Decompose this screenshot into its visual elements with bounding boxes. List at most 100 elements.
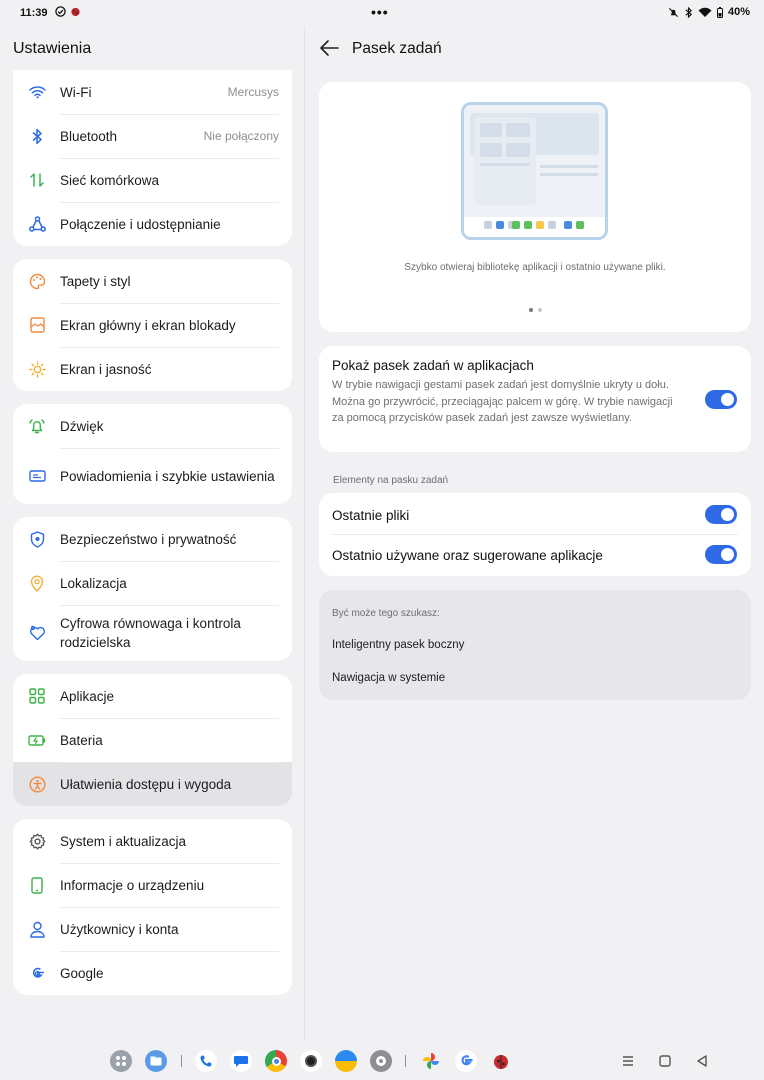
heart-icon bbox=[27, 623, 47, 643]
settings-item-label: Lokalizacja bbox=[60, 575, 127, 591]
settings-item-system[interactable]: System i aktualizacja bbox=[13, 819, 292, 863]
chrome-icon[interactable] bbox=[265, 1050, 287, 1072]
settings-item-users[interactable]: Użytkownicy i konta bbox=[13, 907, 292, 951]
photos-icon[interactable] bbox=[420, 1050, 442, 1072]
settings-group-personalization: Tapety i styl Ekran główny i ekran bloka… bbox=[13, 259, 292, 391]
settings-item-label: Połączenie i udostępnianie bbox=[60, 216, 221, 232]
camera-icon[interactable] bbox=[300, 1050, 322, 1072]
settings-item-battery[interactable]: Bateria bbox=[13, 718, 292, 762]
show-taskbar-description: W trybie nawigacji gestami pasek zadań j… bbox=[332, 379, 673, 424]
battery-percent: 40% bbox=[727, 6, 750, 18]
home-screen-icon bbox=[27, 315, 47, 335]
settings-item-bluetooth[interactable]: Bluetooth Nie połączony bbox=[13, 114, 292, 158]
phone-icon bbox=[27, 875, 47, 895]
files-icon[interactable] bbox=[145, 1050, 167, 1072]
bluetooth-status-icon bbox=[685, 6, 693, 18]
settings-item-label: Aplikacje bbox=[60, 688, 115, 704]
show-taskbar-toggle[interactable] bbox=[705, 390, 737, 409]
settings-item-label: Bateria bbox=[60, 732, 103, 748]
settings-group-sound: Dźwięk Powiadomienia i szybkie ustawieni… bbox=[13, 404, 292, 504]
taskbar-dock bbox=[0, 1040, 764, 1080]
pager-dot-active[interactable] bbox=[528, 308, 533, 312]
dock-separator bbox=[405, 1055, 406, 1067]
check-circle-icon bbox=[55, 6, 66, 17]
settings-item-label: Dźwięk bbox=[60, 418, 104, 434]
recent-apps-toggle[interactable] bbox=[705, 545, 737, 564]
taskbar-illustration-card[interactable]: Szybko otwieraj bibliotekę aplikacji i o… bbox=[319, 82, 751, 332]
palette-icon bbox=[27, 271, 47, 291]
show-taskbar-card[interactable]: Pokaż pasek zadań w aplikacjach W trybie… bbox=[319, 346, 751, 452]
settings-item-security[interactable]: Bezpieczeństwo i prywatność bbox=[13, 517, 292, 561]
recent-files-toggle[interactable] bbox=[705, 505, 737, 524]
suggestions-card: Być może tego szukasz: Inteligentny pase… bbox=[319, 590, 751, 700]
settings-item-apps[interactable]: Aplikacje bbox=[13, 674, 292, 718]
settings-item-sound[interactable]: Dźwięk bbox=[13, 404, 292, 448]
bluetooth-icon bbox=[27, 126, 47, 146]
section-label-elements: Elementy na pasku zadań bbox=[333, 475, 449, 486]
status-bar: 11:39 ••• 40% bbox=[0, 0, 764, 26]
status-system-icons: 40% bbox=[668, 6, 750, 18]
settings-item-label: Sieć komórkowa bbox=[60, 172, 160, 188]
taskbar-preview-image bbox=[464, 105, 605, 237]
settings-item-home-lock[interactable]: Ekran główny i ekran blokady bbox=[13, 303, 292, 347]
recent-files-label: Ostatnie pliki bbox=[332, 508, 410, 523]
taskbar-elements-card: Ostatnie pliki Ostatnio używane oraz sug… bbox=[319, 493, 751, 576]
settings-item-label: Bluetooth bbox=[60, 128, 118, 144]
status-time: 11:39 bbox=[20, 7, 48, 19]
settings-item-wifi[interactable]: Wi-Fi Mercusys bbox=[13, 70, 292, 114]
settings-item-value: Mercusys bbox=[227, 85, 279, 99]
settings-item-label: Informacje o urządzeniu bbox=[60, 877, 205, 893]
settings-item-label: Użytkownicy i konta bbox=[60, 921, 179, 937]
settings-item-label: Cyfrowa równowaga i kontrola rodzicielsk… bbox=[60, 616, 241, 650]
back-arrow-icon[interactable] bbox=[318, 39, 340, 57]
gear-icon bbox=[27, 831, 47, 851]
google-app-icon[interactable] bbox=[455, 1050, 477, 1072]
pager-dot[interactable] bbox=[537, 308, 542, 312]
settings-item-display[interactable]: Ekran i jasność bbox=[13, 347, 292, 391]
mute-icon bbox=[668, 7, 679, 17]
back-nav-icon[interactable] bbox=[694, 1053, 710, 1069]
notification-icon bbox=[27, 466, 47, 486]
settings-item-about[interactable]: Informacje o urządzeniu bbox=[13, 863, 292, 907]
settings-item-notifications[interactable]: Powiadomienia i szybkie ustawienia bbox=[13, 448, 292, 504]
weather-icon[interactable] bbox=[335, 1050, 357, 1072]
settings-item-label: Wi-Fi bbox=[60, 84, 92, 100]
app-library-icon[interactable] bbox=[110, 1050, 132, 1072]
carousel-pager[interactable] bbox=[319, 308, 751, 312]
share-icon bbox=[27, 214, 47, 234]
settings-item-location[interactable]: Lokalizacja bbox=[13, 561, 292, 605]
settings-item-wallpaper[interactable]: Tapety i styl bbox=[13, 259, 292, 303]
mobile-data-icon bbox=[27, 170, 47, 190]
dock-separator bbox=[181, 1055, 182, 1067]
illustration-caption: Szybko otwieraj bibliotekę aplikacji i o… bbox=[404, 262, 666, 273]
settings-item-label: Ułatwienia dostępu i wygoda bbox=[60, 776, 232, 792]
home-nav-icon[interactable] bbox=[657, 1053, 673, 1069]
settings-icon[interactable] bbox=[370, 1050, 392, 1072]
settings-item-wellbeing[interactable]: Cyfrowa równowaga i kontrola rodzicielsk… bbox=[13, 605, 292, 661]
menu-nav-icon[interactable] bbox=[620, 1053, 636, 1069]
settings-item-label: Google bbox=[60, 965, 104, 981]
settings-item-google[interactable]: Google bbox=[13, 951, 292, 995]
settings-group-apps: Aplikacje Bateria Ułatwienia dostępu i w… bbox=[13, 674, 292, 806]
settings-item-connection[interactable]: Połączenie i udostępnianie bbox=[13, 202, 292, 246]
settings-title: Ustawienia bbox=[13, 40, 92, 57]
settings-item-mobile[interactable]: Sieć komórkowa bbox=[13, 158, 292, 202]
settings-list[interactable]: Wi-Fi Mercusys Bluetooth Nie połączony S… bbox=[13, 70, 292, 1008]
apps-grid-icon bbox=[27, 686, 47, 706]
divider bbox=[332, 534, 738, 535]
messages-icon[interactable] bbox=[230, 1050, 252, 1072]
ladybug-app-icon[interactable] bbox=[490, 1050, 512, 1072]
suggestion-link[interactable]: Inteligentny pasek boczny bbox=[332, 639, 464, 651]
show-taskbar-title: Pokaż pasek zadań w aplikacjach bbox=[332, 358, 534, 373]
multiwindow-handle[interactable]: ••• bbox=[371, 4, 389, 20]
settings-item-label: Powiadomienia i szybkie ustawienia bbox=[60, 468, 275, 484]
settings-item-label: System i aktualizacja bbox=[60, 833, 187, 849]
brightness-icon bbox=[27, 359, 47, 379]
suggestion-link[interactable]: Nawigacja w systemie bbox=[332, 672, 445, 684]
tablet-illustration bbox=[461, 102, 608, 240]
settings-item-label: Tapety i styl bbox=[60, 273, 131, 289]
shield-icon bbox=[27, 529, 47, 549]
settings-item-accessibility[interactable]: Ułatwienia dostępu i wygoda bbox=[13, 762, 292, 806]
phone-app-icon[interactable] bbox=[195, 1050, 217, 1072]
settings-item-value: Nie połączony bbox=[203, 129, 279, 143]
